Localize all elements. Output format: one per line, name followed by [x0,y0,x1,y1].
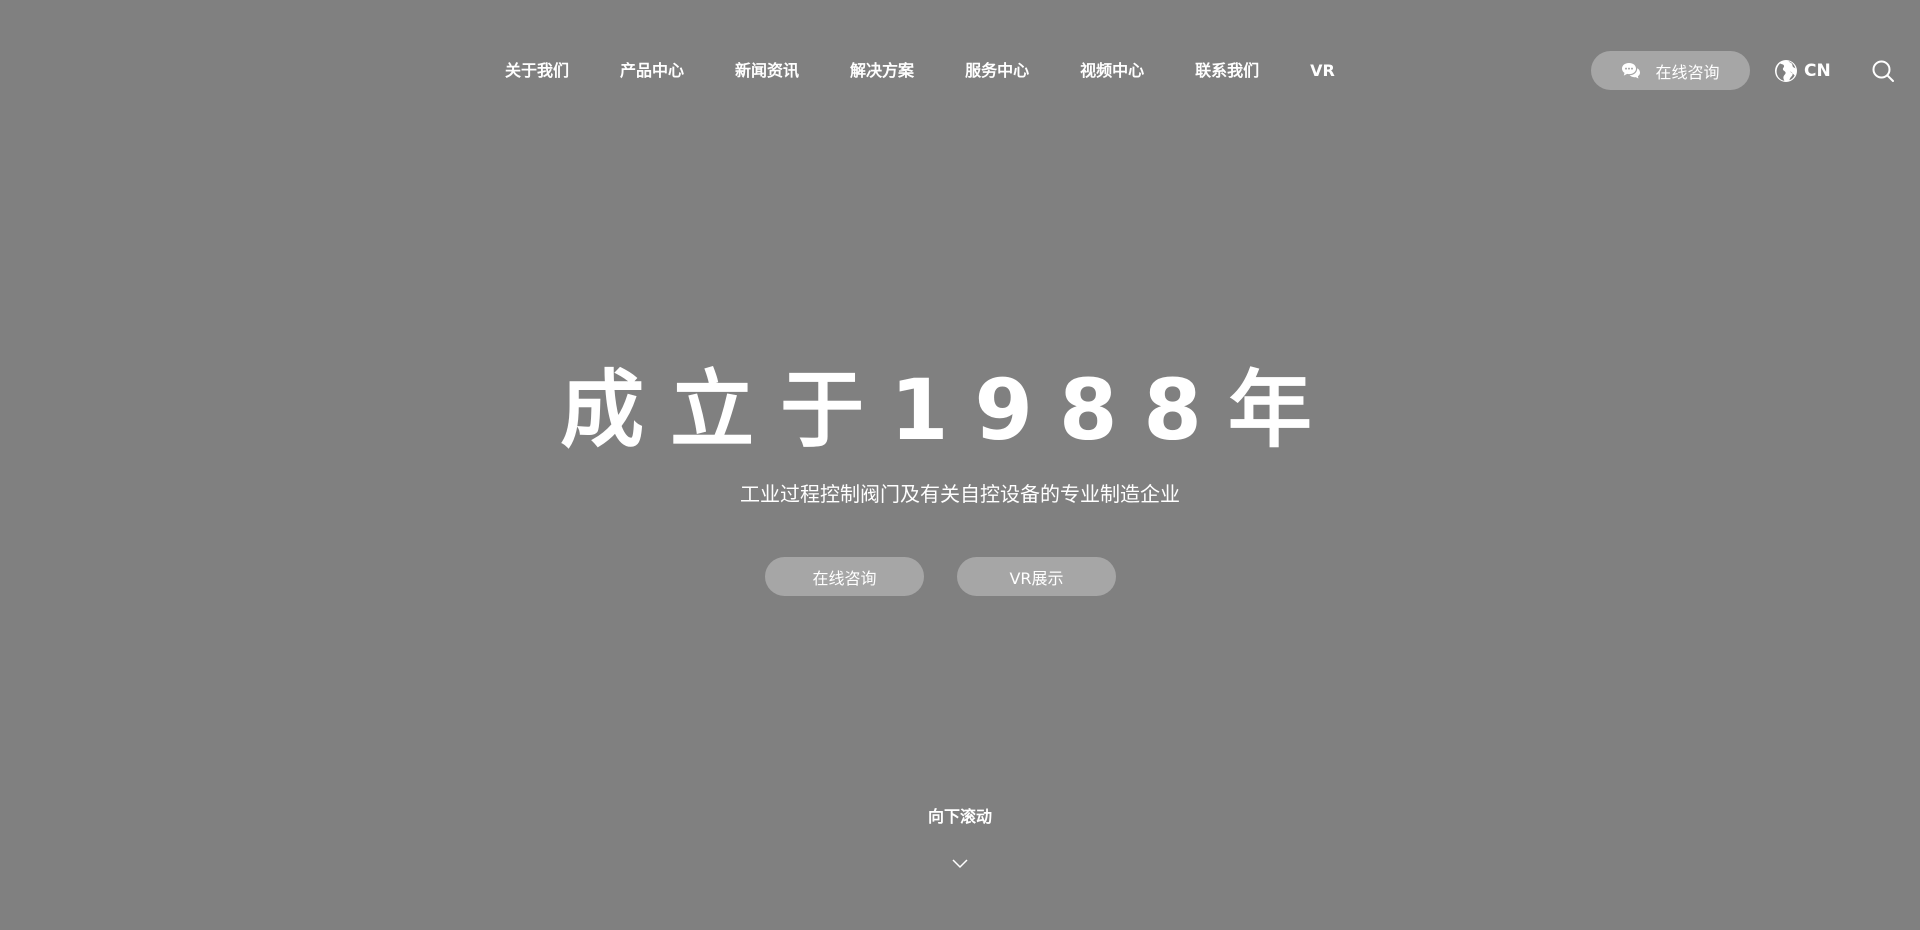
nav-item-news[interactable]: 新闻资讯 [735,54,799,88]
hero-title: 成立于1988年 [0,360,1920,460]
nav-item-products[interactable]: 产品中心 [620,54,684,88]
main-nav: 关于我们 产品中心 新闻资讯 解决方案 服务中心 视频中心 联系我们 VR [505,54,1335,88]
scroll-down-label[interactable]: 向下滚动 [0,803,1920,831]
nav-item-about[interactable]: 关于我们 [505,54,569,88]
nav-item-vr[interactable]: VR [1310,54,1335,88]
chat-bubbles-icon [1621,62,1641,80]
hero-buttons: 在线咨询 VR展示 [765,557,1116,596]
hero-subtitle: 工业过程控制阀门及有关自控设备的专业制造企业 [740,482,1180,506]
globe-icon [1774,59,1798,83]
nav-item-video[interactable]: 视频中心 [1080,54,1144,88]
nav-item-service[interactable]: 服务中心 [965,54,1029,88]
search-icon [1872,60,1894,82]
hero-consult-button[interactable]: 在线咨询 [765,557,924,596]
nav-item-contact[interactable]: 联系我们 [1195,54,1259,88]
page: 关于我们 产品中心 新闻资讯 解决方案 服务中心 视频中心 联系我们 VR 在线… [0,0,1920,930]
online-consult-label: 在线咨询 [1655,62,1720,82]
hero-vr-button[interactable]: VR展示 [957,557,1116,596]
chevron-down-icon[interactable] [952,858,968,870]
online-consult-button[interactable]: 在线咨询 [1591,51,1750,90]
nav-item-solutions[interactable]: 解决方案 [850,54,914,88]
language-switch[interactable]: CN [1774,57,1831,85]
hero-title-text: 成立于1988年 [560,361,1338,459]
search-button[interactable] [1871,59,1895,83]
language-label: CN [1804,61,1831,81]
